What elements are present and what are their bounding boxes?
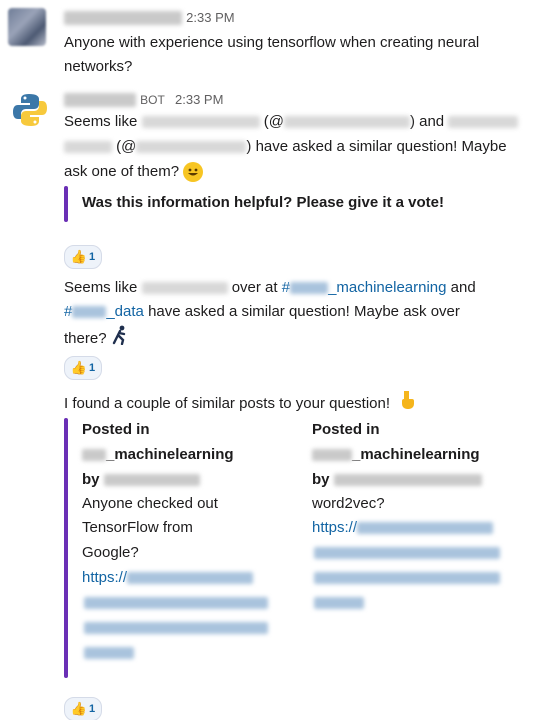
attachment-bar [64, 186, 68, 222]
redacted-url-cont[interactable] [84, 597, 268, 609]
reaction-count: 1 [89, 251, 96, 263]
point-down-emoji-icon [398, 390, 416, 418]
post-channel: _machinelearning [312, 443, 480, 467]
by-label: by [82, 471, 100, 488]
redacted-handle[interactable] [136, 141, 247, 154]
message-header: BOT 2:33 PM [64, 88, 223, 112]
message-text-line: (@ ) have asked a similar question! Maybe [64, 135, 507, 159]
text-segment: there? [64, 329, 107, 347]
message-text-cont: networks? [64, 58, 133, 75]
redacted-url [357, 522, 494, 535]
timestamp[interactable]: 2:33 PM [175, 92, 223, 107]
bot-name[interactable] [64, 93, 136, 108]
posted-in-label: Posted in [82, 421, 150, 438]
channel-suffix: _data [106, 303, 144, 320]
smiley-emoji-icon [183, 162, 204, 183]
text-segment: Seems like [64, 113, 138, 130]
post-text-line: TensorFlow from [82, 519, 193, 536]
redacted-url [127, 572, 254, 585]
redacted-channel [72, 306, 107, 319]
channel-link[interactable]: # _machinelearning [282, 279, 447, 296]
message-text-line: I found a couple of similar posts to you… [64, 390, 416, 418]
post-channel: _machinelearning [82, 443, 234, 467]
text-segment: ) have asked a similar question! Maybe [246, 138, 507, 155]
message-text-line: there? [64, 325, 129, 353]
thumbs-up-icon: 👍 [70, 249, 88, 264]
text-segment: I found a couple of similar posts to you… [64, 394, 391, 412]
reaction-pill[interactable]: 👍 1 [64, 245, 102, 269]
link-prefix: https:// [82, 569, 128, 586]
posted-in-label: Posted in [312, 421, 380, 438]
post-text-line: word2vec? [312, 495, 385, 512]
message-text-line: # _data have asked a similar question! Ma… [64, 300, 460, 324]
post-author: by [312, 468, 482, 492]
redacted-url-cont[interactable] [314, 597, 364, 609]
text-segment: (@ [263, 113, 284, 130]
redacted-channel [82, 449, 106, 462]
user-avatar[interactable] [8, 8, 46, 46]
channel-hash: # [281, 279, 291, 296]
message-header: 2:33 PM [64, 6, 235, 30]
attachment-title: Was this information helpful? Please giv… [82, 194, 445, 211]
by-label: by [312, 471, 330, 488]
text-segment: Seems like [64, 279, 138, 296]
timestamp[interactable]: 2:33 PM [186, 10, 234, 25]
python-bot-avatar[interactable] [10, 90, 50, 130]
redacted-url-cont[interactable] [314, 572, 500, 584]
redacted-channel [312, 449, 352, 462]
redacted-url-cont[interactable] [84, 622, 268, 634]
text-segment: over at [231, 279, 278, 296]
redacted-url-cont[interactable] [84, 647, 134, 659]
channel-hash: # [64, 303, 73, 320]
redacted-author [333, 474, 482, 487]
post-link[interactable]: https:// [312, 516, 494, 540]
channel-suffix: _machinelearning [328, 279, 447, 296]
attachment-bar [64, 418, 68, 678]
thumbs-up-icon: 👍 [70, 701, 88, 716]
post-link[interactable]: https:// [82, 566, 254, 590]
redacted-name [64, 141, 112, 154]
redacted-author [103, 474, 200, 487]
text-segment: ask one of them? [64, 163, 180, 180]
redacted-channel [290, 282, 329, 295]
channel-link[interactable]: # _data [64, 303, 144, 320]
post-text-line: Google? [82, 544, 139, 561]
message-text-line: ask one of them? [64, 160, 204, 184]
sender-name[interactable] [64, 11, 182, 26]
redacted-name [141, 116, 260, 129]
redacted-name [448, 116, 519, 129]
message-text-line: Seems like over at # _machinelearning and [64, 276, 476, 300]
reaction-count: 1 [89, 362, 96, 374]
text-segment: have asked a similar question! Maybe ask… [148, 303, 460, 320]
channel-suffix: _machinelearning [352, 446, 480, 463]
text-segment: (@ [116, 138, 137, 155]
reaction-pill[interactable]: 👍 1 [64, 356, 102, 380]
redacted-url-cont[interactable] [314, 547, 500, 559]
message-text-line: Seems like (@ ) and [64, 110, 519, 134]
post-author: by [82, 468, 200, 492]
message-text: Anyone with experience using tensorflow … [64, 34, 480, 51]
thumbs-up-icon: 👍 [70, 360, 88, 375]
reaction-pill[interactable]: 👍 1 [64, 697, 102, 720]
channel-suffix: _machinelearning [106, 446, 234, 463]
post-text-line: Anyone checked out [82, 495, 218, 512]
link-prefix: https:// [312, 519, 358, 536]
text-segment: and [450, 279, 476, 296]
bot-badge: BOT [140, 93, 165, 107]
redacted-handle[interactable] [283, 116, 410, 129]
redacted-name [141, 282, 228, 295]
running-figure-emoji-icon [111, 325, 129, 353]
reaction-count: 1 [89, 703, 96, 715]
python-logo-icon [13, 94, 47, 126]
text-segment: ) and [409, 113, 445, 130]
